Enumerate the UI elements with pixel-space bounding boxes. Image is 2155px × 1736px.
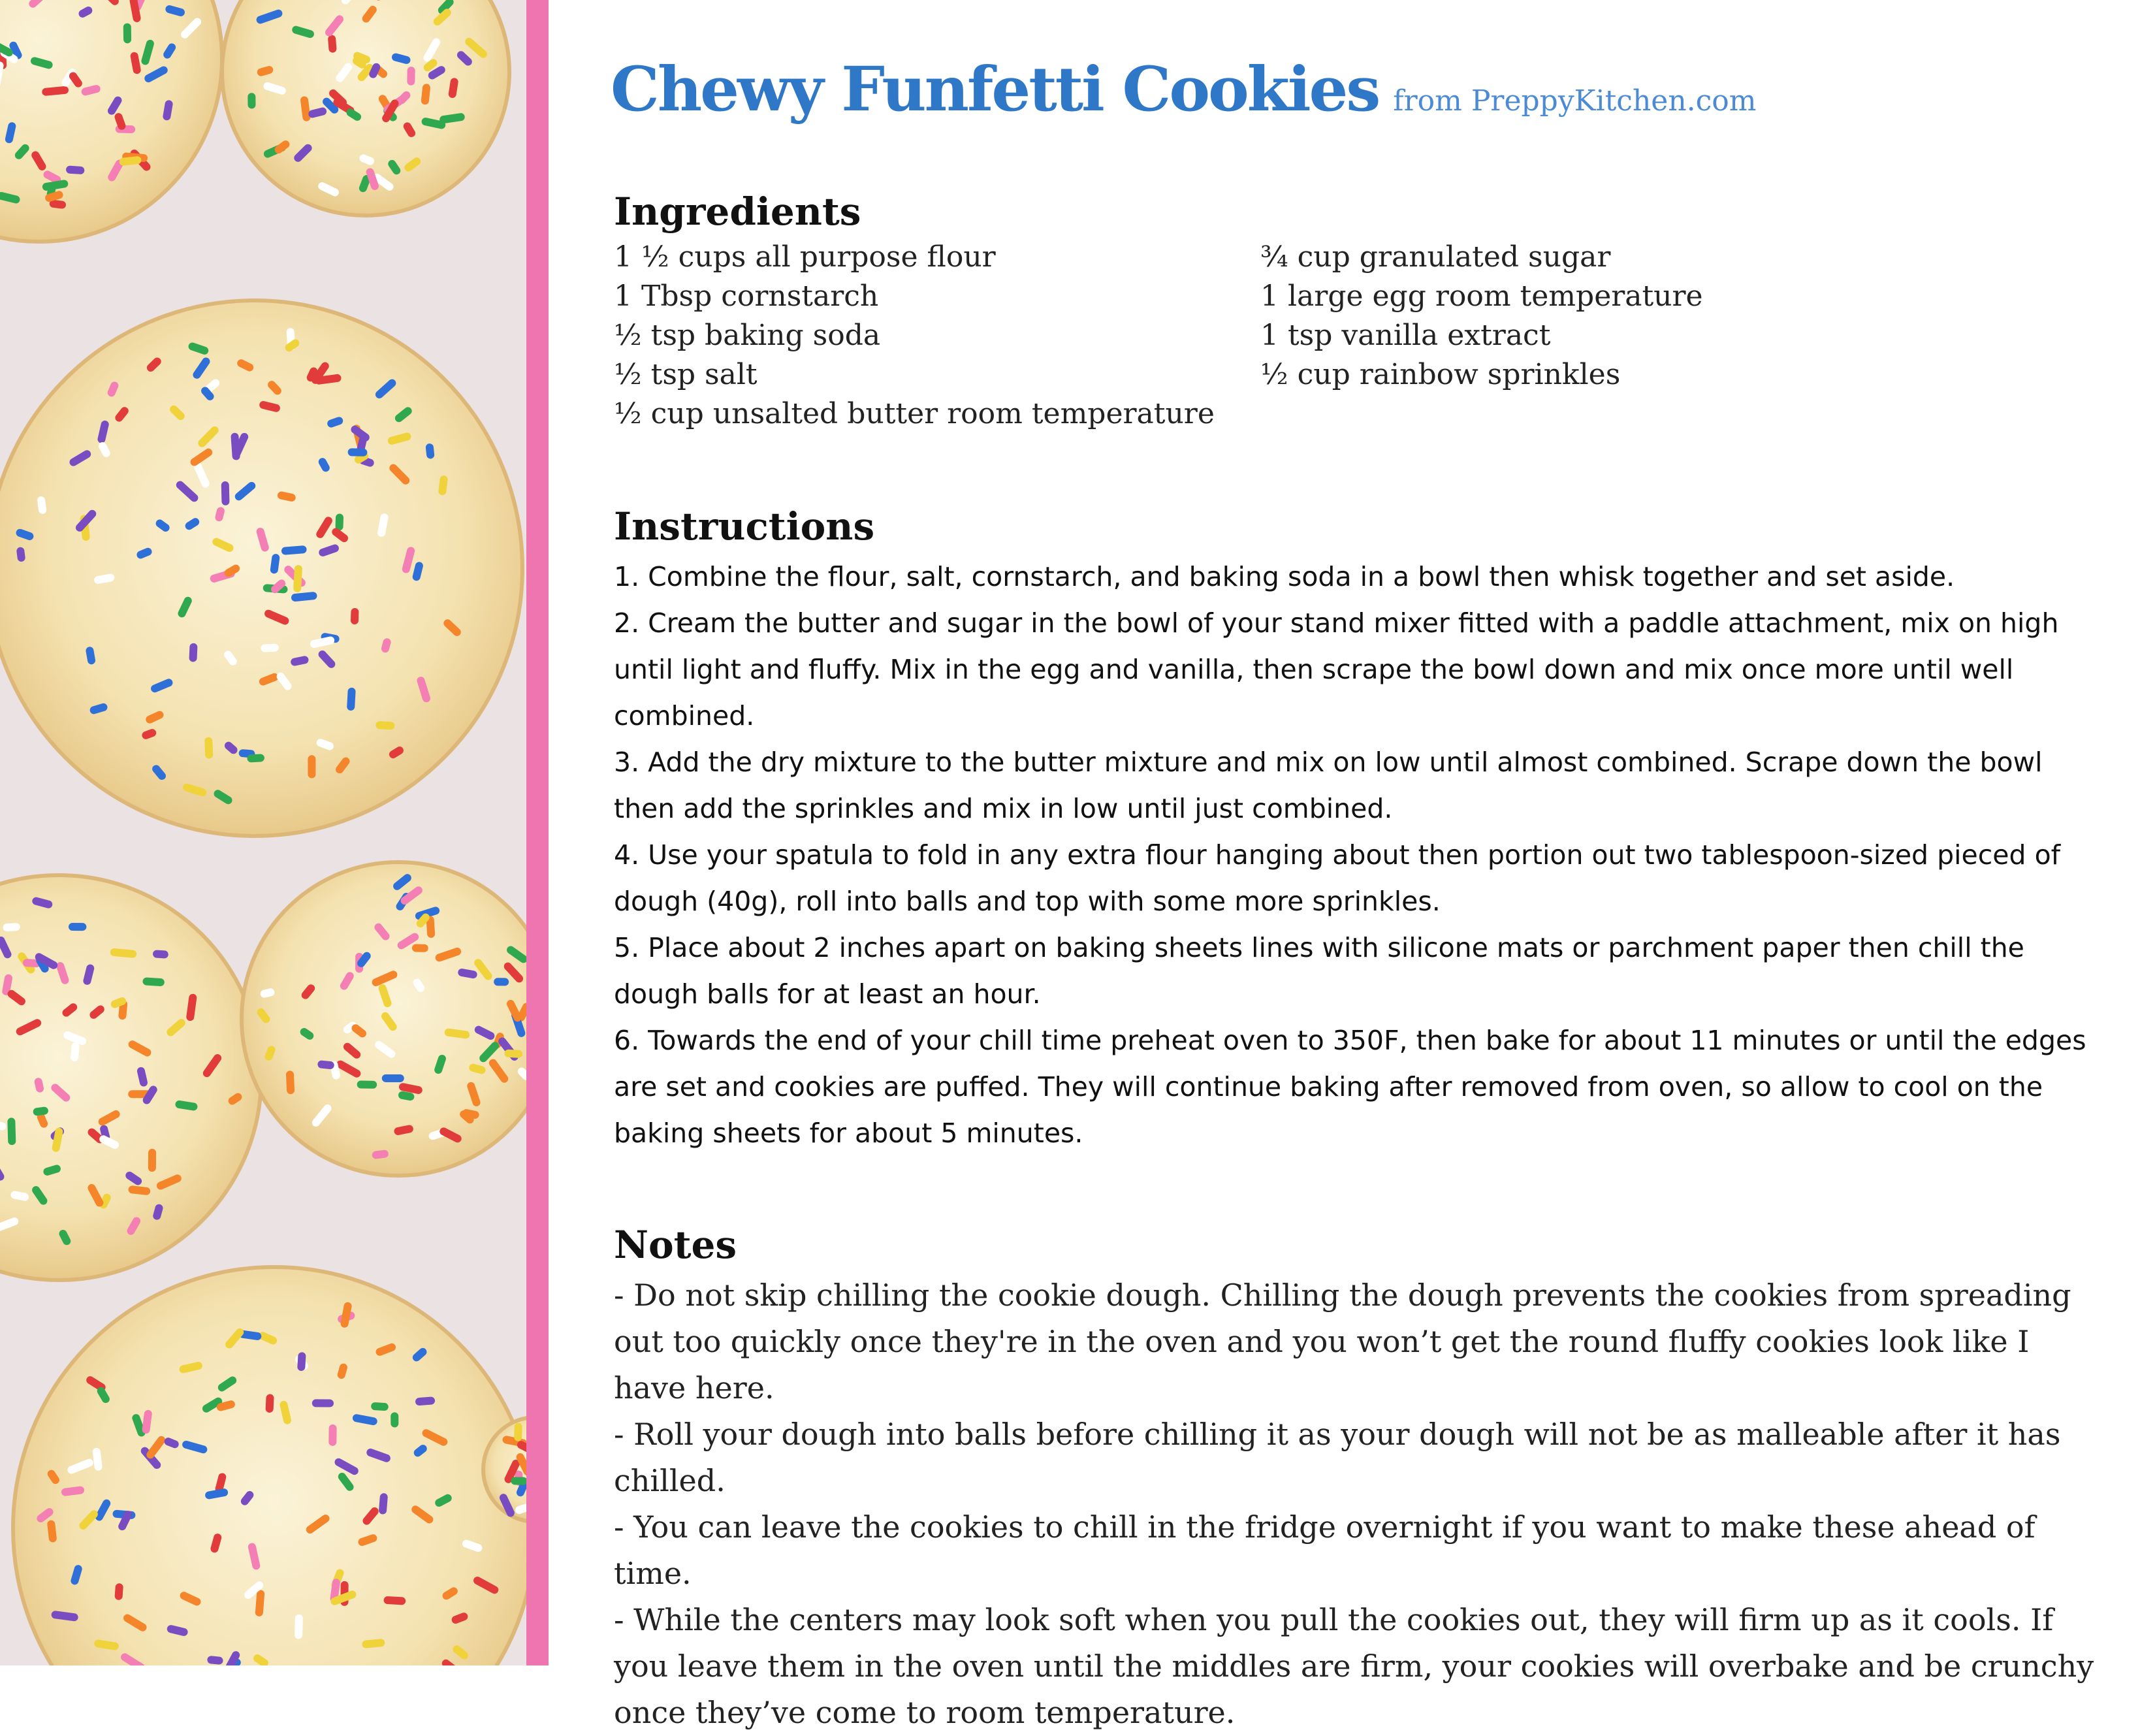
ingredients-heading: Ingredients	[614, 189, 861, 234]
instruction-step: 2. Cream the butter and sugar in the bow…	[614, 607, 2059, 731]
ingredient-item: 1 ½ cups all purpose flour	[614, 240, 996, 274]
notes-list: - Do not skip chilling the cookie dough.…	[614, 1272, 2103, 1736]
ingredient-item: ½ tsp salt	[614, 358, 758, 391]
note-item: - You can leave the cookies to chill in …	[614, 1509, 2035, 1591]
ingredients-list-right: ¾ cup granulated sugar 1 large egg room …	[1260, 238, 1703, 394]
ingredient-item: 1 Tbsp cornstarch	[614, 280, 879, 313]
ingredients-list-left: 1 ½ cups all purpose flour 1 Tbsp cornst…	[614, 238, 1215, 434]
instructions-list: 1. Combine the flour, salt, cornstarch, …	[614, 554, 2103, 1157]
recipe-title: Chewy Funfetti Cookies	[611, 54, 1381, 125]
instruction-step: 1. Combine the flour, salt, cornstarch, …	[614, 561, 1955, 592]
notes-heading: Notes	[614, 1223, 737, 1267]
ingredient-item: ½ tsp baking soda	[614, 319, 881, 352]
note-item: - Roll your dough into balls before chil…	[614, 1417, 2061, 1498]
instruction-step: 3. Add the dry mixture to the butter mix…	[614, 747, 2043, 824]
ingredient-item: ¾ cup granulated sugar	[1260, 240, 1611, 274]
recipe-source: from PreppyKitchen.com	[1393, 84, 1757, 118]
title-row: Chewy Funfetti Cookies from PreppyKitchen…	[611, 54, 1757, 125]
note-item: - While the centers may look soft when y…	[614, 1602, 2094, 1730]
ingredient-item: 1 tsp vanilla extract	[1260, 319, 1551, 352]
ingredient-item: ½ cup unsalted butter room temperature	[614, 397, 1215, 430]
instruction-step: 4. Use your spatula to fold in any extra…	[614, 839, 2061, 917]
ingredient-item: 1 large egg room temperature	[1260, 280, 1703, 313]
instruction-step: 5. Place about 2 inches apart on baking …	[614, 932, 2024, 1010]
note-item: - Do not skip chilling the cookie dough.…	[614, 1278, 2071, 1406]
instructions-heading: Instructions	[614, 504, 875, 549]
instruction-step: 6. Towards the end of your chill time pr…	[614, 1025, 2086, 1149]
ingredient-item: ½ cup rainbow sprinkles	[1260, 358, 1621, 391]
accent-stripe	[526, 0, 549, 1665]
cookies-photo	[0, 0, 526, 1665]
